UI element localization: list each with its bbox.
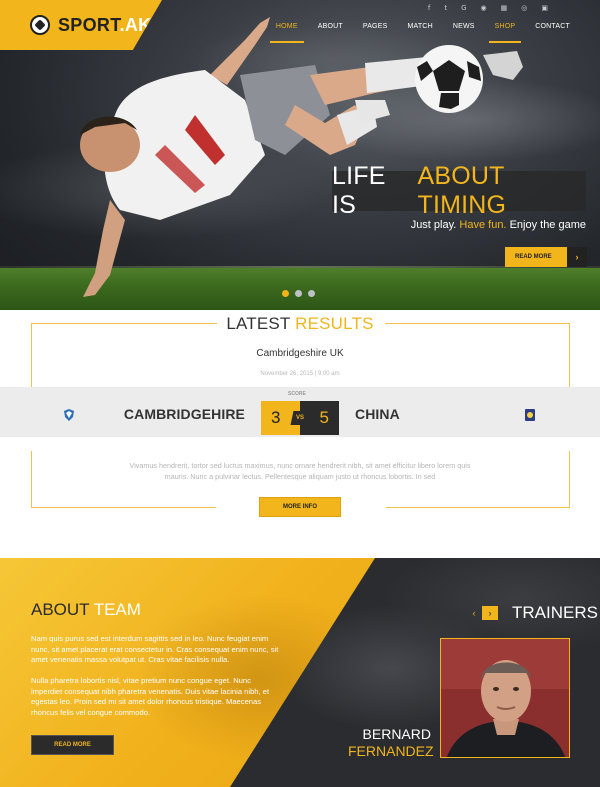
headline-yellow: ABOUT TIMING (417, 162, 507, 219)
player-image (80, 17, 523, 297)
hero-headline: LIFE IS ABOUT TIMING (332, 162, 586, 219)
vs-badge: VS (290, 411, 310, 425)
instagram-icon[interactable]: ▣ (541, 4, 548, 12)
about-title-part2: TEAM (93, 600, 141, 619)
dribbble-icon[interactable]: ◉ (481, 4, 487, 12)
away-team-crest-icon (525, 409, 535, 421)
results-title: LATEST RESULTS (0, 314, 600, 334)
slider-dot-2[interactable] (295, 290, 302, 297)
main-nav: HOME ABOUT PAGES MATCH NEWS SHOP CONTACT (266, 23, 580, 43)
about-title-part1: ABOUT (31, 600, 90, 619)
slider-dot-1[interactable] (282, 290, 289, 297)
twitter-icon[interactable]: t (444, 4, 447, 12)
score-label: SCORE (288, 391, 306, 397)
nav-news[interactable]: NEWS (443, 23, 485, 30)
latest-results-section: LATEST RESULTS Cambridgeshire UK Novembe… (0, 310, 600, 558)
about-trainers-section: ABOUT TEAM Nam quis purus sed est interd… (0, 558, 600, 787)
match-venue: Cambridgeshire UK (256, 348, 344, 359)
slider-dots (282, 290, 315, 297)
slider-dot-3[interactable] (308, 290, 315, 297)
chevron-left-icon[interactable]: ‹ (466, 606, 482, 620)
chevron-right-icon[interactable]: › (482, 606, 498, 620)
nav-home[interactable]: HOME (266, 23, 308, 43)
home-score: 3 (271, 408, 281, 427)
home-team-crest-icon (64, 409, 74, 421)
nav-contact[interactable]: CONTACT (525, 23, 580, 30)
away-score: 5 (319, 408, 329, 427)
trainer-portrait (441, 639, 569, 757)
trainer-last-name: FERNANDEZ (348, 743, 434, 759)
about-title: ABOUT TEAM (31, 600, 141, 620)
scoreboard: CAMBRIDGEHIRE SCORE 3 5 VS CHINA (0, 387, 600, 437)
results-title-part1: LATEST (226, 314, 291, 333)
about-paragraph-2: Nulla pharetra lobortis nisl, vitae pret… (31, 676, 270, 717)
hero-read-more-button[interactable]: READ MORE › (505, 247, 587, 267)
trainer-name: BERNARD FERNANDEZ (348, 726, 434, 760)
nav-match[interactable]: MATCH (397, 23, 442, 30)
social-links: f t G ◉ ▦ ◎ ▣ (428, 4, 548, 12)
brand-name-part1: SPORT (58, 14, 120, 35)
score-box: 3 5 VS (261, 401, 339, 435)
nav-shop[interactable]: SHOP (485, 23, 526, 43)
soccer-ball-icon (30, 15, 50, 35)
trainer-first-name: BERNARD (362, 726, 431, 742)
tagline-part2: Have fun. (459, 219, 507, 231)
hero-read-more-label: READ MORE (515, 254, 552, 260)
nav-about[interactable]: ABOUT (308, 23, 353, 30)
about-paragraph-1: Nam quis purus sed est interdum sagittis… (31, 634, 279, 664)
hero-slider: SPORT.AK f t G ◉ ▦ ◎ ▣ HOME ABOUT PAGES … (0, 0, 600, 310)
trainers-header: ‹ › TRAINERS (466, 603, 598, 623)
chevron-right-icon: › (567, 247, 587, 267)
more-info-button[interactable]: MORE INFO (259, 497, 341, 517)
facebook-icon[interactable]: f (428, 4, 430, 12)
vs-label: VS (295, 415, 304, 421)
tagline-part3: Enjoy the game (509, 219, 586, 231)
about-read-more-button[interactable]: READ MORE (31, 735, 114, 755)
trainer-photo (440, 638, 570, 758)
hero-tagline: Just play. Have fun. Enjoy the game (411, 219, 586, 231)
match-date: November 26, 2015 | 9:00 am (260, 371, 340, 377)
match-summary: Vivamus hendrerit, tortor sed luctus max… (129, 461, 471, 481)
home-team-name: CAMBRIDGEHIRE (123, 406, 245, 422)
headline-white: LIFE IS (332, 162, 386, 219)
flickr-icon[interactable]: ▦ (501, 4, 508, 12)
tagline-part1: Just play. (410, 219, 457, 231)
youtube-icon[interactable]: ◎ (521, 4, 527, 12)
nav-pages[interactable]: PAGES (353, 23, 398, 30)
google-plus-icon[interactable]: G (461, 4, 466, 12)
away-team-name: CHINA (355, 406, 400, 422)
trainers-title: TRAINERS (512, 603, 598, 622)
results-title-part2: RESULTS (295, 314, 374, 333)
